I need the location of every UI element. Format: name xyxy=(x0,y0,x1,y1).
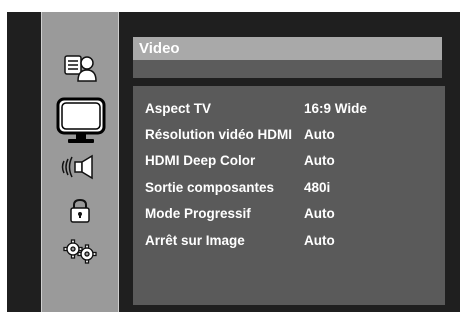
setting-value: 480i xyxy=(304,180,331,195)
setting-label: Résolution vidéo HDMI xyxy=(145,127,293,142)
setting-row-component-output[interactable]: Sortie composantes 480i xyxy=(145,180,330,200)
setting-row-hdmi-deep-color[interactable]: HDMI Deep Color Auto xyxy=(145,153,335,173)
setting-row-aspect-tv[interactable]: Aspect TV 16:9 Wide xyxy=(145,101,367,121)
speaker-icon[interactable] xyxy=(42,153,118,181)
page-title: Video xyxy=(139,40,180,57)
sidebar-menu xyxy=(41,12,119,312)
setting-label: Aspect TV xyxy=(145,101,212,116)
setting-value: Auto xyxy=(304,206,335,221)
setting-value: Auto xyxy=(304,153,335,168)
setting-row-progressive-mode[interactable]: Mode Progressif Auto xyxy=(145,206,335,226)
disc-person-icon[interactable] xyxy=(42,52,118,82)
setting-label: Sortie composantes xyxy=(145,180,275,195)
setting-row-still-image[interactable]: Arrêt sur Image Auto xyxy=(145,233,335,253)
setting-label: Arrêt sur Image xyxy=(145,233,245,248)
setting-value: Auto xyxy=(304,233,335,248)
gears-icon[interactable] xyxy=(42,237,118,265)
setting-row-hdmi-resolution[interactable]: Résolution vidéo HDMI Auto xyxy=(145,127,335,147)
setting-value: 16:9 Wide xyxy=(304,101,367,116)
tv-monitor-icon[interactable] xyxy=(44,93,116,149)
header-separator xyxy=(133,60,442,78)
setting-value: Auto xyxy=(304,127,335,142)
setting-label: Mode Progressif xyxy=(145,206,251,221)
lock-icon[interactable] xyxy=(42,198,118,224)
setting-label: HDMI Deep Color xyxy=(145,153,256,168)
